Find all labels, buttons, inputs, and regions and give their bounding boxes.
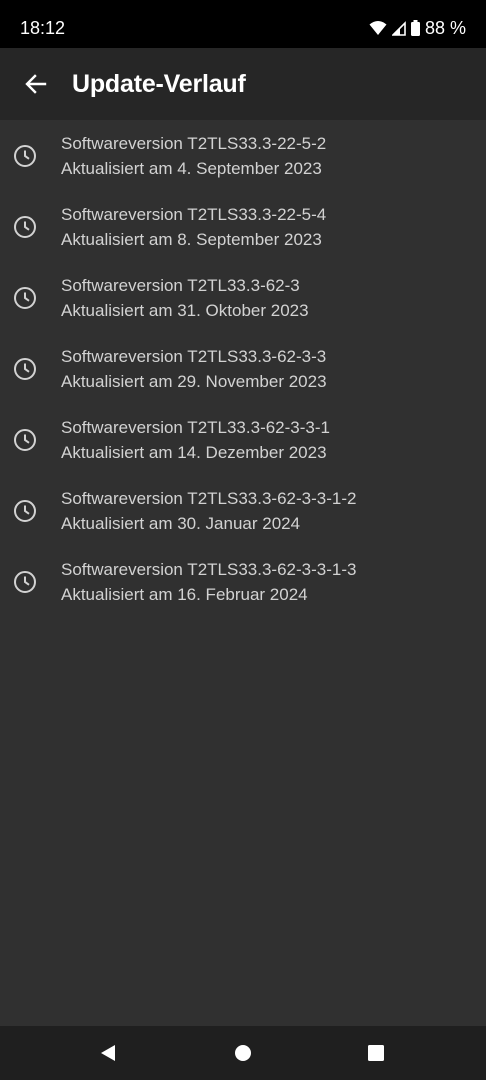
update-date: Aktualisiert am 29. November 2023 bbox=[61, 372, 327, 391]
update-list-item[interactable]: Softwareversion T2TLS33.3-62-3-3-1-2 Akt… bbox=[0, 475, 486, 546]
back-triangle-icon bbox=[101, 1045, 115, 1061]
update-list-item[interactable]: Softwareversion T2TLS33.3-22-5-2 Aktuali… bbox=[0, 120, 486, 191]
update-version: Softwareversion T2TLS33.3-62-3-3-1-2 bbox=[61, 489, 357, 508]
clock-icon bbox=[14, 429, 36, 451]
nav-back-button[interactable] bbox=[90, 1035, 126, 1071]
update-date: Aktualisiert am 16. Februar 2024 bbox=[61, 585, 308, 604]
clock-icon bbox=[14, 358, 36, 380]
update-history-list: Softwareversion T2TLS33.3-22-5-2 Aktuali… bbox=[0, 120, 486, 617]
clock-icon bbox=[14, 500, 36, 522]
update-version: Softwareversion T2TLS33.3-62-3-3-1-3 bbox=[61, 560, 357, 579]
cellular-signal-icon bbox=[391, 20, 406, 36]
update-list-item[interactable]: Softwareversion T2TL33.3-62-3-3-1 Aktual… bbox=[0, 404, 486, 475]
update-list-item[interactable]: Softwareversion T2TL33.3-62-3 Aktualisie… bbox=[0, 262, 486, 333]
clock-icon bbox=[14, 571, 36, 593]
page-title: Update-Verlauf bbox=[72, 70, 246, 98]
home-circle-icon bbox=[235, 1045, 251, 1061]
clock-icon bbox=[14, 287, 36, 309]
update-date: Aktualisiert am 30. Januar 2024 bbox=[61, 514, 301, 533]
clock-icon bbox=[14, 216, 36, 238]
update-version: Softwareversion T2TL33.3-62-3 bbox=[61, 276, 300, 295]
arrow-back-icon bbox=[25, 74, 47, 94]
update-version: Softwareversion T2TLS33.3-62-3-3 bbox=[61, 347, 327, 366]
update-version: Softwareversion T2TL33.3-62-3-3-1 bbox=[61, 418, 330, 437]
battery-percentage: 88 % bbox=[424, 17, 466, 38]
update-version: Softwareversion T2TLS33.3-22-5-4 bbox=[61, 205, 327, 224]
update-date: Aktualisiert am 8. September 2023 bbox=[61, 230, 322, 249]
update-list-item[interactable]: Softwareversion T2TLS33.3-22-5-4 Aktuali… bbox=[0, 191, 486, 262]
status-bar: 18:12 88 % bbox=[0, 0, 486, 48]
update-version: Softwareversion T2TLS33.3-22-5-2 bbox=[61, 134, 327, 153]
status-icons: 88 % bbox=[369, 17, 466, 39]
clock-icon bbox=[14, 145, 36, 167]
app-bar: Update-Verlauf bbox=[0, 48, 486, 120]
back-button[interactable] bbox=[14, 60, 58, 108]
update-date: Aktualisiert am 14. Dezember 2023 bbox=[61, 443, 327, 462]
navigation-bar bbox=[0, 1026, 486, 1080]
update-list-item[interactable]: Softwareversion T2TLS33.3-62-3-3-1-3 Akt… bbox=[0, 546, 486, 617]
nav-home-button[interactable] bbox=[225, 1035, 261, 1071]
update-date: Aktualisiert am 4. September 2023 bbox=[61, 159, 322, 178]
status-time: 18:12 bbox=[20, 18, 66, 38]
wifi-icon bbox=[369, 21, 387, 35]
update-date: Aktualisiert am 31. Oktober 2023 bbox=[61, 301, 309, 320]
recents-square-icon bbox=[368, 1045, 384, 1061]
battery-icon bbox=[410, 20, 420, 36]
nav-recents-button[interactable] bbox=[358, 1035, 394, 1071]
update-list-item[interactable]: Softwareversion T2TLS33.3-62-3-3 Aktuali… bbox=[0, 333, 486, 404]
